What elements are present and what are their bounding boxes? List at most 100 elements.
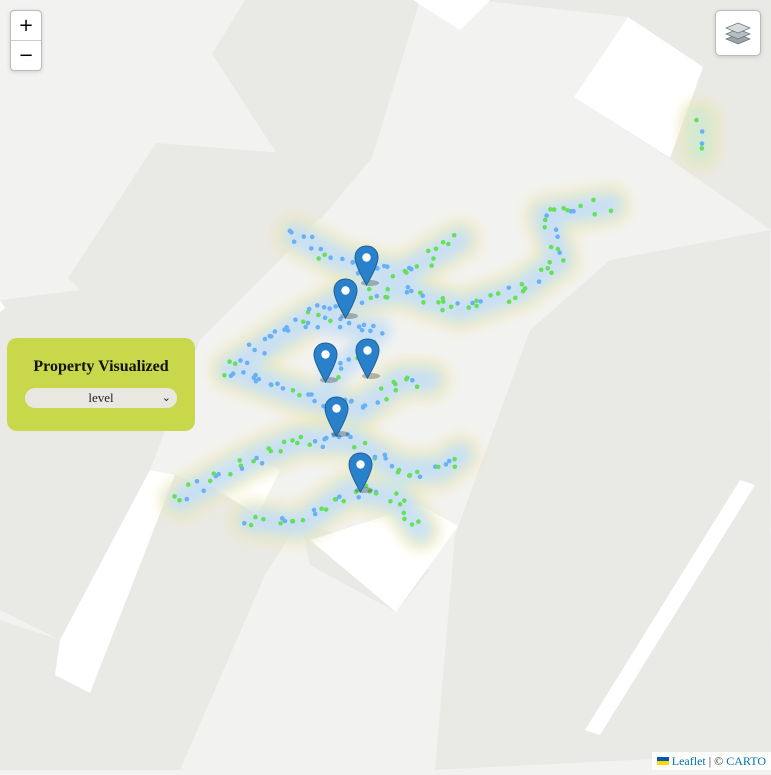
zoom-out-button[interactable]: −: [11, 40, 41, 70]
data-point: [421, 300, 426, 305]
data-point: [393, 381, 398, 387]
zoom-control: + −: [10, 10, 42, 71]
data-point: [279, 516, 285, 521]
data-point: [361, 322, 367, 328]
data-point: [272, 329, 278, 334]
data-point: [348, 399, 354, 404]
data-point: [362, 440, 368, 446]
data-point: [431, 256, 436, 261]
data-point: [319, 506, 324, 512]
data-point: [385, 264, 390, 270]
data-point: [544, 213, 549, 218]
data-point: [380, 331, 385, 336]
map-marker[interactable]: [313, 342, 338, 383]
data-point: [393, 387, 399, 393]
data-point: [441, 299, 446, 304]
leaflet-link[interactable]: Leaflet: [672, 752, 706, 770]
map-pin-icon: [348, 452, 373, 493]
data-point: [222, 372, 227, 378]
data-point: [306, 306, 312, 312]
data-point: [338, 366, 344, 371]
data-point: [474, 303, 479, 309]
data-point: [513, 295, 518, 301]
data-point: [298, 434, 304, 440]
data-point: [261, 516, 266, 522]
data-point: [545, 266, 550, 271]
data-point: [323, 507, 329, 512]
data-point: [285, 328, 291, 333]
data-point: [448, 304, 454, 310]
data-point: [242, 521, 247, 526]
data-point: [506, 299, 512, 305]
data-point: [307, 442, 313, 448]
data-point: [390, 273, 396, 279]
data-point: [368, 295, 374, 301]
data-point: [608, 208, 614, 214]
data-point: [553, 227, 559, 232]
layers-control-button[interactable]: [715, 10, 761, 56]
data-point: [301, 234, 307, 239]
zoom-in-button[interactable]: +: [11, 11, 41, 40]
property-select[interactable]: level ⌄: [25, 388, 177, 408]
data-point: [311, 507, 317, 513]
data-point: [561, 258, 566, 263]
data-point: [290, 438, 295, 443]
data-point: [320, 444, 326, 450]
data-point: [338, 360, 343, 366]
data-point: [211, 471, 217, 477]
data-point: [259, 461, 265, 466]
data-point: [318, 246, 324, 252]
data-point: [244, 360, 250, 366]
data-point: [322, 252, 328, 258]
data-point: [227, 359, 232, 365]
data-point: [262, 351, 267, 356]
data-point: [275, 381, 280, 387]
data-point: [426, 248, 431, 254]
property-panel: Property Visualized level ⌄: [7, 338, 195, 431]
data-point: [309, 234, 315, 240]
data-point: [401, 510, 407, 516]
map-marker[interactable]: [348, 452, 373, 493]
data-point: [291, 239, 297, 244]
data-point: [278, 449, 284, 454]
data-point: [547, 259, 552, 265]
data-point: [337, 494, 342, 500]
data-point: [300, 517, 306, 523]
data-point: [451, 233, 457, 238]
data-point: [455, 301, 460, 306]
data-point: [592, 211, 597, 217]
data-point: [436, 300, 441, 305]
data-point: [373, 491, 379, 496]
map-pin-icon: [324, 396, 349, 437]
data-point: [360, 404, 366, 409]
data-point: [305, 320, 311, 326]
data-point: [316, 312, 321, 318]
data-point: [446, 458, 452, 464]
data-point: [542, 217, 548, 223]
data-point: [295, 440, 300, 446]
data-point: [278, 521, 283, 526]
data-point: [356, 495, 362, 500]
data-point: [253, 514, 258, 520]
data-point: [384, 295, 390, 300]
data-point: [699, 141, 705, 146]
map-marker[interactable]: [355, 338, 380, 379]
data-point: [177, 498, 182, 503]
data-point: [232, 361, 238, 367]
data-point: [289, 230, 294, 235]
map-marker[interactable]: [324, 396, 349, 437]
data-point: [312, 398, 317, 404]
carto-link[interactable]: CARTO: [726, 752, 766, 770]
data-point: [237, 458, 242, 463]
data-point: [352, 445, 357, 450]
data-point: [397, 501, 403, 507]
data-point: [378, 386, 384, 391]
data-point: [327, 306, 333, 311]
data-point: [281, 439, 287, 445]
map-marker[interactable]: [333, 278, 358, 319]
data-point: [409, 266, 414, 272]
data-point: [578, 203, 583, 209]
data-point: [254, 455, 259, 461]
data-point: [410, 378, 415, 383]
data-point: [293, 317, 298, 323]
